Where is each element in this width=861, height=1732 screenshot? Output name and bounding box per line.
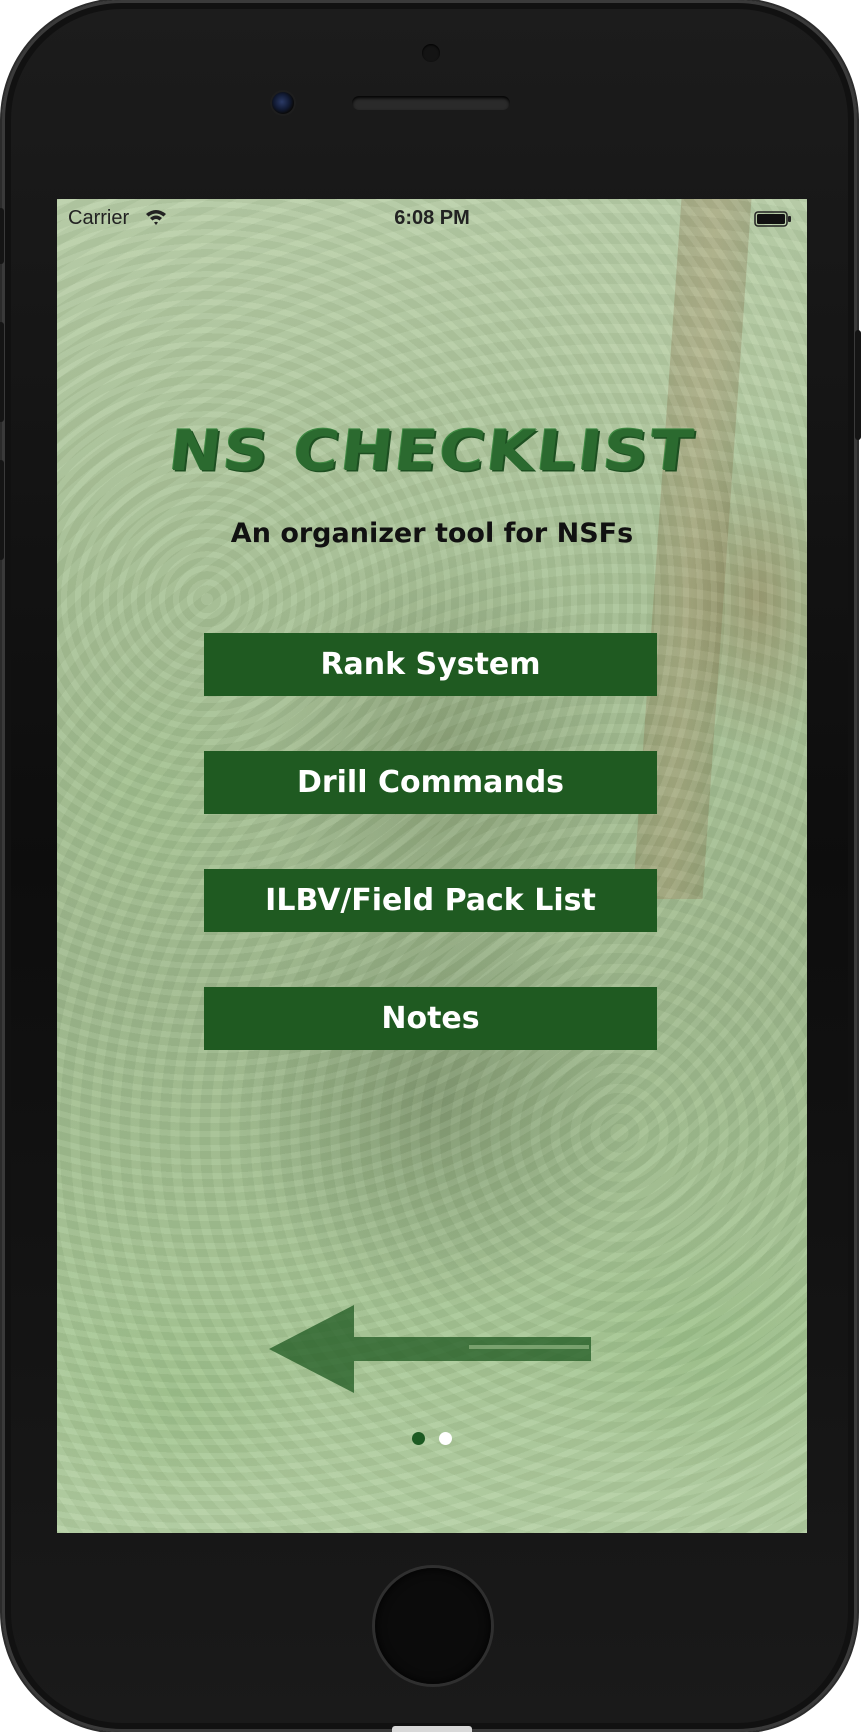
page-dot-inactive[interactable]	[439, 1432, 452, 1445]
earpiece-speaker	[352, 96, 510, 110]
phone-frame: Carrier 6:08 PM NS CHECKLIST An organize…	[0, 0, 861, 1732]
rank-system-button[interactable]: Rank System	[204, 633, 657, 696]
app-title: NS CHECKLIST	[165, 417, 699, 484]
home-button[interactable]	[375, 1568, 491, 1684]
proximity-sensor	[422, 44, 440, 62]
ilbv-field-pack-list-button[interactable]: ILBV/Field Pack List	[204, 869, 657, 932]
volume-up-button	[0, 322, 4, 422]
power-button	[855, 330, 861, 440]
page-dot-active[interactable]	[412, 1432, 425, 1445]
page-indicator[interactable]	[57, 1432, 807, 1448]
arrow-left-icon[interactable]	[269, 1303, 597, 1395]
main-content: NS CHECKLIST An organizer tool for NSFs …	[57, 199, 807, 1533]
app-subtitle: An organizer tool for NSFs	[230, 518, 634, 549]
mute-switch	[0, 208, 4, 264]
volume-down-button	[0, 460, 4, 560]
status-bar: Carrier 6:08 PM	[57, 199, 807, 239]
screen: Carrier 6:08 PM NS CHECKLIST An organize…	[57, 199, 807, 1533]
front-camera-icon	[272, 92, 294, 114]
battery-icon	[754, 211, 791, 227]
bottom-edge	[392, 1726, 472, 1732]
status-time: 6:08 PM	[394, 207, 470, 229]
notes-button[interactable]: Notes	[204, 987, 657, 1050]
drill-commands-button[interactable]: Drill Commands	[204, 751, 657, 814]
